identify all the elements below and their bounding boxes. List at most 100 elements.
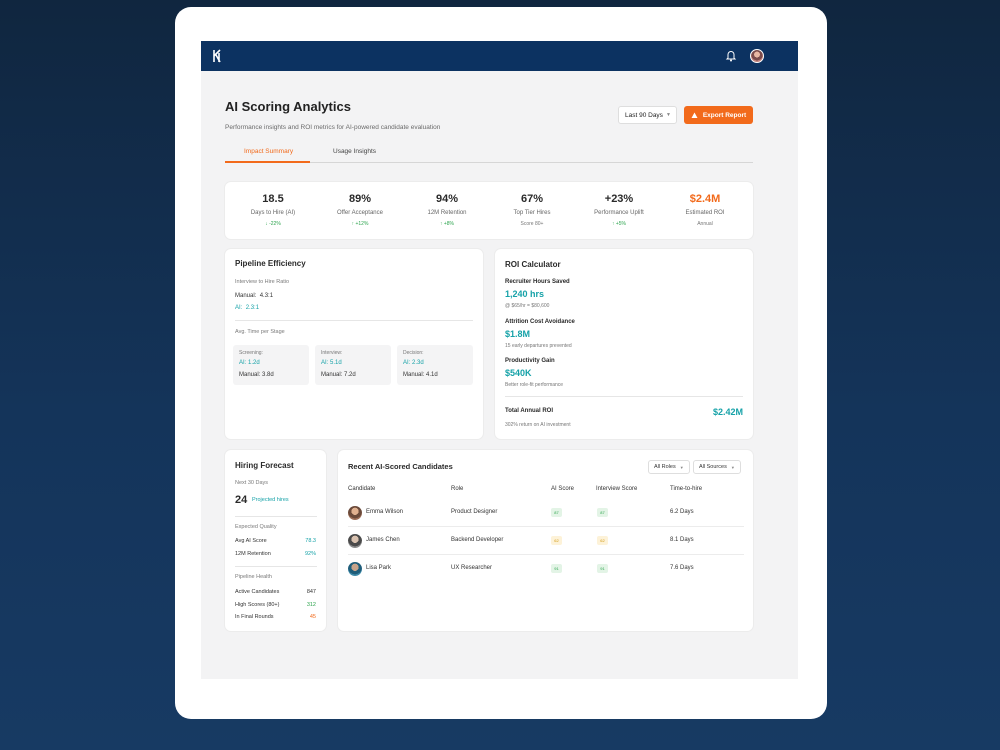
kpi-label: Days to Hire (AI) xyxy=(250,210,296,216)
kpi-delta: ↑ +8% xyxy=(439,221,455,227)
candidate-avatar xyxy=(348,506,362,520)
kpi-days-to-hire: 18.5 Days to Hire (AI) ↓ -22% xyxy=(229,182,317,227)
roi-calculator-card: ROI Calculator Recruiter Hours Saved 1,2… xyxy=(495,249,753,439)
interview-score-badge: 87 xyxy=(597,508,608,517)
health-label: In Final Rounds xyxy=(235,614,274,620)
column-header: Interview Score xyxy=(596,486,638,492)
kpi-retention: 94% 12M Retention ↑ +8% xyxy=(403,182,491,227)
stage-manual-time: Manual: 3.8d xyxy=(239,372,274,378)
roles-filter-dropdown[interactable]: All Roles ▼ xyxy=(648,460,690,474)
candidate-name: Emma Wilson xyxy=(366,509,404,515)
chevron-down-icon: ▼ xyxy=(730,464,735,470)
column-header: Time-to-hire xyxy=(670,486,703,492)
arrow-up-icon: ↑ xyxy=(611,221,615,227)
kpi-value: 94% xyxy=(435,193,459,205)
filter-label: All Sources xyxy=(699,464,727,470)
stage-name: Interview: xyxy=(321,350,343,356)
health-label: High Scores (80+) xyxy=(235,602,280,608)
sources-filter-dropdown[interactable]: All Sources ▼ xyxy=(693,460,741,474)
table-row[interactable]: Emma Wilson Product Designer 87 87 6.2 D… xyxy=(348,499,744,527)
health-value: 312 xyxy=(306,602,316,608)
page-subtitle: Performance insights and ROI metrics for… xyxy=(225,124,441,131)
ratio-label: Interview to Hire Ratio xyxy=(235,279,290,285)
total-roi-label: Total Annual ROI xyxy=(505,408,553,414)
card-title: Recent AI-Scored Candidates xyxy=(348,462,453,471)
kpi-label: 12M Retention xyxy=(427,210,467,216)
kpi-value: 67% xyxy=(520,193,544,205)
kpi-label: Offer Acceptance xyxy=(337,210,383,216)
stage-title: Avg. Time per Stage xyxy=(235,329,285,335)
chevron-down-icon: ▼ xyxy=(679,464,684,470)
ai-score-badge: 91 xyxy=(551,564,562,573)
kpi-label: Performance Uplift xyxy=(594,210,644,216)
column-header: Candidate xyxy=(348,486,376,492)
health-label: Active Candidates xyxy=(235,589,280,595)
roi-item-note: 15 early departures prevented xyxy=(505,343,572,349)
table-row[interactable]: James Chen Backend Developer 62 62 8.1 D… xyxy=(348,527,744,555)
export-label: Export Report xyxy=(702,111,747,119)
interview-score-badge: 62 xyxy=(597,536,608,545)
column-header: AI Score xyxy=(551,486,575,492)
projected-hires-value: 24 xyxy=(235,494,248,506)
arrow-down-icon: ↓ xyxy=(265,221,268,227)
stage-name: Decision: xyxy=(403,350,424,356)
kpi-performance-uplift: +23% Performance Uplift ↑ +5% xyxy=(575,182,663,227)
kpi-delta: ↑ +5% xyxy=(611,221,627,227)
tab-impact-summary[interactable]: Impact Summary xyxy=(244,148,293,155)
ai-ratio: AI: 2.3:1 xyxy=(235,305,260,311)
kpi-delta: ↑ +12% xyxy=(351,221,369,227)
candidate-name: James Chen xyxy=(366,537,400,543)
recent-candidates-card: Recent AI-Scored Candidates All Roles ▼ … xyxy=(338,450,753,631)
candidate-avatar xyxy=(348,534,362,548)
ai-score-badge: 62 xyxy=(551,536,562,545)
candidate-name: Lisa Park xyxy=(366,565,392,571)
divider xyxy=(235,320,473,321)
time-to-hire: 6.2 Days xyxy=(670,509,694,515)
kpi-top-tier-hires: 67% Top Tier Hires Score 80+ xyxy=(488,182,576,227)
quality-title: Expected Quality xyxy=(235,524,277,530)
candidate-role: UX Researcher xyxy=(451,565,493,571)
manual-ratio: Manual: 4.3:1 xyxy=(235,293,274,299)
user-avatar[interactable] xyxy=(750,49,764,63)
roi-item-value: 1,240 hrs xyxy=(505,289,545,299)
period-label: Last 90 Days xyxy=(625,111,663,119)
candidate-role: Product Designer xyxy=(451,509,498,515)
stage-manual-time: Manual: 4.1d xyxy=(403,372,438,378)
logo-icon[interactable] xyxy=(213,49,223,63)
roi-item-label: Recruiter Hours Saved xyxy=(505,279,570,285)
kpi-note: Score 80+ xyxy=(520,221,544,227)
roi-item-value: $1.8M xyxy=(505,329,531,339)
kpi-summary-card: 18.5 Days to Hire (AI) ↓ -22% 89% Offer … xyxy=(225,182,753,239)
period-dropdown[interactable]: Last 90 Days ▼ xyxy=(618,106,677,124)
candidate-avatar xyxy=(348,562,362,576)
kpi-label: Estimated ROI xyxy=(685,210,725,216)
quality-value: 78.3 xyxy=(305,538,316,544)
top-navbar xyxy=(201,41,798,71)
health-value: 45 xyxy=(309,614,316,620)
roi-item-note: Better role-fit performance xyxy=(505,382,564,388)
kpi-value: 89% xyxy=(348,193,372,205)
table-row[interactable]: Lisa Park UX Researcher 91 91 7.6 Days xyxy=(348,555,744,583)
stage-ai-time: AI: 2.3d xyxy=(403,360,424,366)
forecast-period: Next 30 Days xyxy=(235,480,269,486)
card-title: Pipeline Efficiency xyxy=(235,259,306,268)
stage-interview: Interview: AI: 5.1d Manual: 7.2d xyxy=(315,345,391,385)
total-roi-value: $2.42M xyxy=(712,407,743,417)
tab-bar: Impact Summary Usage Insights xyxy=(225,145,753,163)
tab-usage-insights[interactable]: Usage Insights xyxy=(333,148,376,155)
divider xyxy=(505,396,743,397)
quality-label: Avg AI Score xyxy=(235,538,267,544)
kpi-label: Top Tier Hires xyxy=(513,210,551,216)
bell-icon[interactable] xyxy=(725,49,737,62)
stage-ai-time: AI: 5.1d xyxy=(321,360,342,366)
pipeline-efficiency-card: Pipeline Efficiency Interview to Hire Ra… xyxy=(225,249,483,439)
total-roi-note: 302% return on AI investment xyxy=(505,422,571,428)
active-tab-indicator xyxy=(225,161,310,163)
quality-value: 92% xyxy=(304,551,316,557)
kpi-estimated-roi: $2.4M Estimated ROI Annual xyxy=(661,182,749,227)
kpi-delta: ↓ -22% xyxy=(265,221,281,227)
health-value: 847 xyxy=(306,589,316,595)
kpi-note: Annual xyxy=(697,221,713,227)
export-report-button[interactable]: Export Report xyxy=(684,106,753,124)
stage-decision: Decision: AI: 2.3d Manual: 4.1d xyxy=(397,345,473,385)
